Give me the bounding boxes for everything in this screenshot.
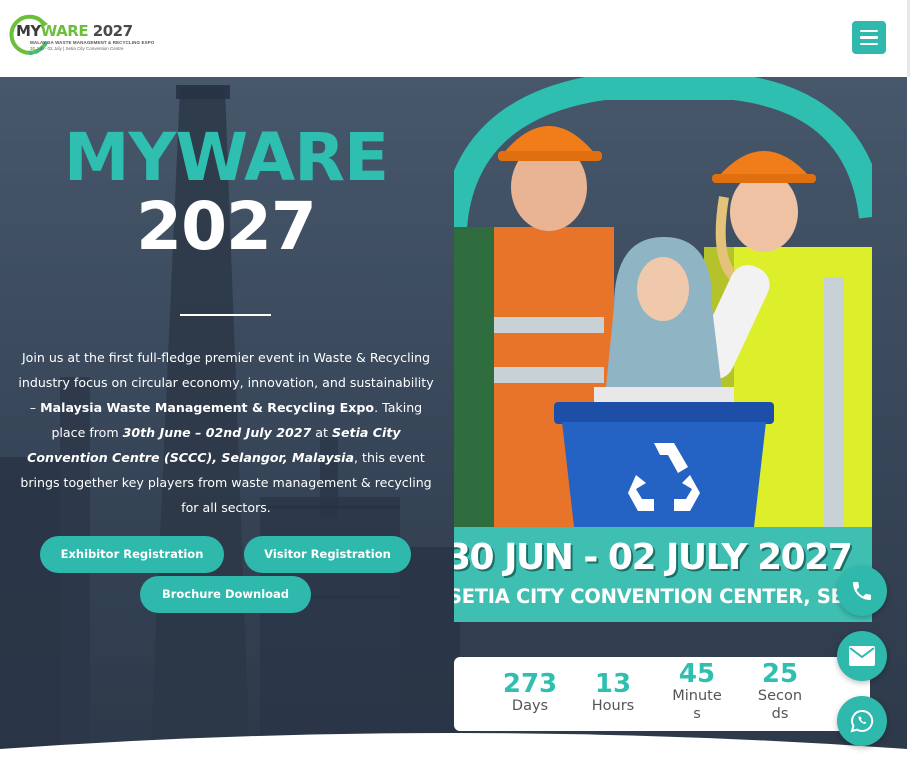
logo-dates: 30 Jun - 02 July | Setia City Convention… (30, 46, 124, 51)
phone-icon (853, 582, 871, 600)
site-logo[interactable]: MYWARE 2027 MALAYSIA WASTE MANAGEMENT & … (6, 12, 154, 62)
hero-year: 2027 (136, 188, 317, 265)
logo-subtitle: MALAYSIA WASTE MANAGEMENT & RECYCLING EX… (30, 40, 155, 45)
exhibitor-registration-button[interactable]: Exhibitor Registration (40, 536, 224, 573)
countdown-days: 273 Days (502, 669, 558, 714)
site-header: MYWARE 2027 MALAYSIA WASTE MANAGEMENT & … (0, 0, 910, 77)
logo-title: MYWARE 2027 (16, 22, 133, 40)
whatsapp-icon (850, 709, 874, 733)
email-contact-button[interactable] (837, 631, 887, 681)
menu-toggle-button[interactable] (852, 21, 886, 54)
phone-contact-button[interactable] (837, 566, 887, 616)
countdown-timer: 273 Days 13 Hours 45 Minute s 25 Secon d… (454, 657, 870, 731)
mail-icon (849, 646, 875, 666)
hamburger-icon (860, 29, 878, 33)
whatsapp-contact-button[interactable] (837, 696, 887, 746)
event-date-text: 30 JUN - 02 JULY 2027 (454, 537, 853, 578)
brochure-download-button[interactable]: Brochure Download (140, 576, 311, 613)
event-date-banner: 30 JUN - 02 JULY 2027 SETIA CITY CONVENT… (454, 527, 872, 622)
event-venue-text: SETIA CITY CONVENTION CENTER, SELANGOR (454, 585, 872, 608)
countdown-minutes: 45 Minute s (672, 659, 722, 722)
hero-title: MYWARE (63, 119, 389, 196)
title-divider (180, 314, 271, 316)
countdown-hours: 13 Hours (591, 669, 635, 714)
visitor-registration-button[interactable]: Visitor Registration (244, 536, 411, 573)
hero-description: Join us at the first full-fledge premier… (18, 350, 434, 515)
hero-section: MYWARE 2027 Join us at the first full-fl… (0, 77, 907, 762)
countdown-seconds: 25 Secon ds (757, 659, 803, 722)
